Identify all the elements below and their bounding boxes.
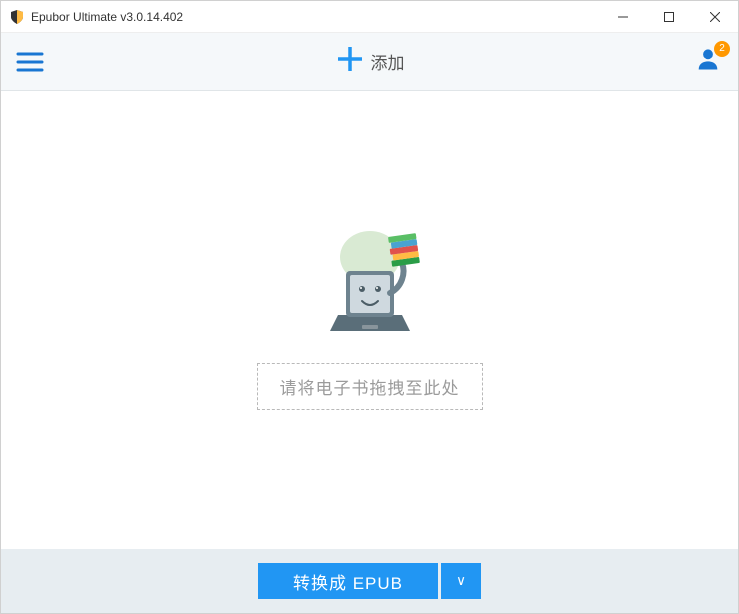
drop-hint-label: 请将电子书拖拽至此处 [257, 363, 483, 410]
convert-format-dropdown[interactable]: ∨ [441, 563, 481, 599]
add-button[interactable]: 添加 [335, 44, 405, 79]
hamburger-icon [16, 51, 44, 73]
app-icon [9, 9, 25, 25]
window-controls [600, 1, 738, 33]
minimize-button[interactable] [600, 1, 646, 33]
menu-button[interactable] [1, 33, 59, 91]
chevron-down-icon: ∨ [456, 573, 466, 589]
bottom-bar: 转换成 EPUB ∨ [1, 549, 738, 613]
close-button[interactable] [692, 1, 738, 33]
notification-badge: 2 [714, 41, 730, 57]
top-toolbar: 添加 2 [1, 33, 738, 91]
user-button[interactable]: 2 [694, 33, 738, 91]
add-label: 添加 [371, 49, 405, 74]
window-title: Epubor Ultimate v3.0.14.402 [31, 10, 600, 24]
titlebar: Epubor Ultimate v3.0.14.402 [1, 1, 738, 33]
books-laptop-illustration [310, 231, 430, 351]
drop-area[interactable]: 请将电子书拖拽至此处 [1, 91, 738, 549]
convert-button[interactable]: 转换成 EPUB [258, 563, 438, 599]
maximize-button[interactable] [646, 1, 692, 33]
plus-icon [335, 44, 365, 79]
